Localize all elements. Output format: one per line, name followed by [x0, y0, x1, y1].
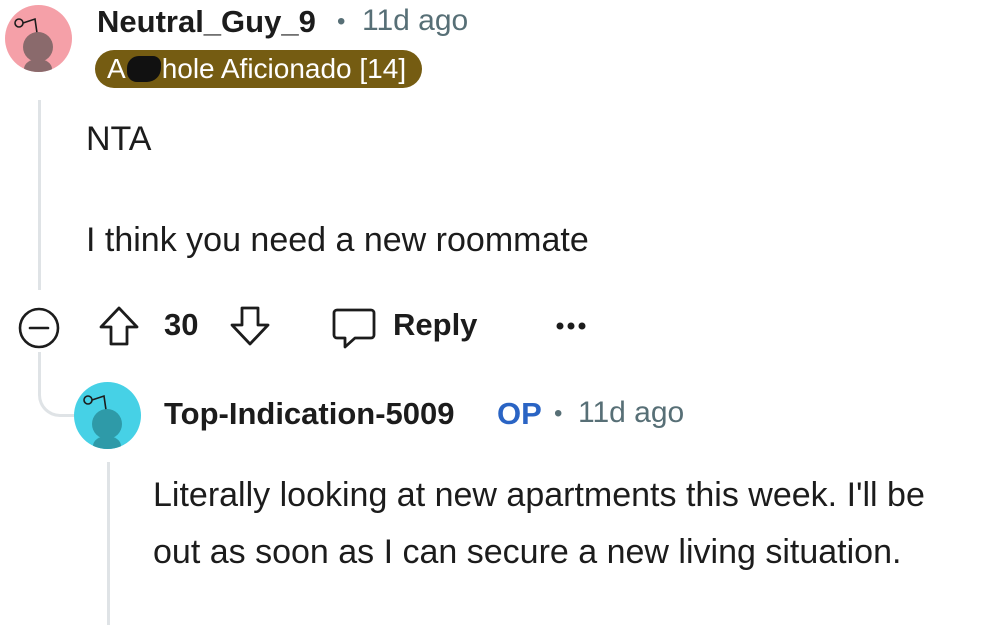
comment-separator: • — [337, 8, 346, 35]
vote-count: 30 — [164, 307, 199, 342]
reply-avatar[interactable] — [74, 382, 141, 449]
more-dots-icon — [556, 322, 586, 330]
flair-redaction — [126, 56, 161, 82]
flair-prefix: A — [107, 53, 126, 84]
op-badge: OP — [497, 396, 542, 431]
snoo-avatar-icon — [83, 394, 122, 449]
reply-text: Literally looking at new apartments this… — [153, 476, 925, 571]
comment-bubble-icon — [332, 308, 376, 349]
reply-separator: • — [554, 400, 563, 427]
collapse-button[interactable] — [17, 306, 61, 350]
reply-username[interactable]: Top-Indication-5009 — [164, 396, 455, 432]
reply-label: Reply — [393, 307, 478, 342]
more-options-button[interactable] — [555, 318, 589, 334]
reply-time: 11d ago — [578, 396, 685, 429]
comment-time: 11d ago — [362, 4, 469, 37]
comment-line-1: NTA — [86, 120, 152, 158]
downvote-button[interactable] — [228, 304, 272, 348]
thread-line-reply — [107, 462, 110, 625]
downvote-arrow-icon — [230, 306, 270, 346]
upvote-button[interactable] — [97, 304, 141, 348]
comment-username[interactable]: Neutral_Guy_9 — [97, 4, 316, 40]
commenter-avatar[interactable] — [5, 5, 72, 72]
collapse-minus-icon — [18, 307, 60, 349]
user-flair: Ahole Aficionado [14] — [95, 50, 423, 88]
upvote-arrow-icon — [99, 306, 139, 346]
reply-button[interactable]: Reply — [331, 304, 491, 350]
comment-line-2: I think you need a new roommate — [86, 221, 589, 259]
thread-line-comment — [38, 100, 41, 290]
snoo-avatar-icon — [14, 17, 53, 72]
flair-suffix: hole Aficionado [14] — [161, 53, 407, 84]
